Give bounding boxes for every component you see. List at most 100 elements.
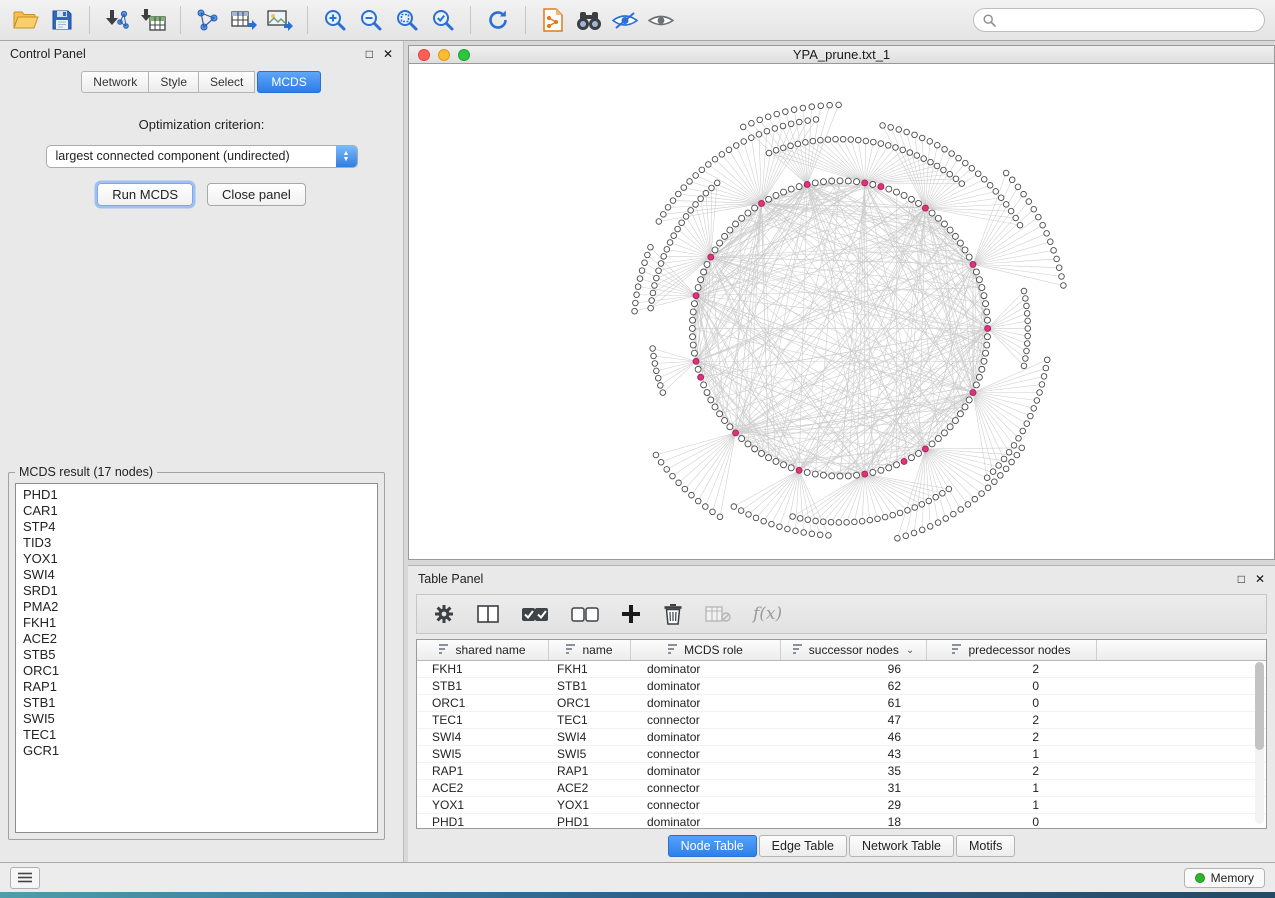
column-header-name[interactable]: name <box>549 640 631 660</box>
table-cell: TEC1 <box>549 713 631 727</box>
table-cell: SWI4 <box>417 730 549 744</box>
table-header-row: shared name name MCDS role successor nod… <box>417 640 1266 661</box>
table-cell: connector <box>631 798 781 812</box>
tab-motifs[interactable]: Motifs <box>956 835 1015 857</box>
add-column-icon[interactable] <box>621 600 641 628</box>
refresh-layout-icon[interactable] <box>482 4 514 36</box>
table-cell: FKH1 <box>549 662 631 676</box>
tab-network-table[interactable]: Network Table <box>849 835 954 857</box>
show-annotations-icon[interactable] <box>645 4 677 36</box>
zoom-out-icon[interactable] <box>355 4 387 36</box>
mcds-result-list[interactable]: PHD1CAR1STP4TID3YOX1SWI4SRD1PMA2FKH1ACE2… <box>15 483 378 833</box>
table-cell: YOX1 <box>417 798 549 812</box>
export-table-icon[interactable] <box>228 4 260 36</box>
close-table-panel-icon[interactable]: ✕ <box>1255 572 1265 586</box>
search-icon <box>983 14 996 27</box>
node-table: shared name name MCDS role successor nod… <box>416 639 1267 829</box>
mcds-result-item[interactable]: ACE2 <box>16 631 377 647</box>
table-cell: 46 <box>781 730 927 744</box>
mcds-result-item[interactable]: STP4 <box>16 519 377 535</box>
table-row[interactable]: ORC1ORC1dominator610 <box>417 695 1266 712</box>
mcds-result-item[interactable]: TEC1 <box>16 727 377 743</box>
mcds-result-item[interactable]: PMA2 <box>16 599 377 615</box>
table-row[interactable]: ACE2ACE2connector311 <box>417 780 1266 797</box>
tab-mcds[interactable]: MCDS <box>257 71 320 93</box>
column-header-mcds-role[interactable]: MCDS role <box>631 640 781 660</box>
table-row[interactable]: FKH1FKH1dominator962 <box>417 661 1266 678</box>
column-header-shared-name[interactable]: shared name <box>417 640 549 660</box>
zoom-in-icon[interactable] <box>319 4 351 36</box>
float-panel-icon[interactable]: □ <box>366 47 373 61</box>
find-icon[interactable] <box>573 4 605 36</box>
maximize-window-icon[interactable] <box>458 49 470 61</box>
table-row[interactable]: SWI5SWI5connector431 <box>417 746 1266 763</box>
tab-select[interactable]: Select <box>198 71 255 93</box>
table-toolbar: f(x) <box>416 594 1267 634</box>
import-network-icon[interactable] <box>101 4 133 36</box>
export-network-icon[interactable] <box>192 4 224 36</box>
tab-edge-table[interactable]: Edge Table <box>759 835 847 857</box>
deselect-all-icon[interactable] <box>571 600 599 628</box>
mcds-result-item[interactable]: STB1 <box>16 695 377 711</box>
table-row[interactable]: YOX1YOX1connector291 <box>417 797 1266 814</box>
table-scrollbar[interactable] <box>1255 662 1264 824</box>
close-panel-icon[interactable]: ✕ <box>383 47 393 61</box>
column-header-successor-nodes[interactable]: successor nodes ⌄ <box>781 640 927 660</box>
optimization-criterion-select[interactable]: largest connected component (undirected)… <box>46 145 358 168</box>
mcds-result-item[interactable]: PHD1 <box>16 487 377 503</box>
minimize-window-icon[interactable] <box>438 49 450 61</box>
run-mcds-button[interactable]: Run MCDS <box>97 183 193 206</box>
table-row[interactable]: SWI4SWI4dominator462 <box>417 729 1266 746</box>
control-panel: Control Panel □ ✕ Network Style Select M… <box>0 41 404 862</box>
table-row[interactable]: RAP1RAP1dominator352 <box>417 763 1266 780</box>
table-row[interactable]: TEC1TEC1connector472 <box>417 712 1266 729</box>
mcds-result-item[interactable]: SWI5 <box>16 711 377 727</box>
delete-column-icon[interactable] <box>663 600 683 628</box>
import-table-icon[interactable] <box>137 4 169 36</box>
tab-network[interactable]: Network <box>81 71 149 93</box>
save-session-icon[interactable] <box>46 4 78 36</box>
table-settings-gear-icon[interactable] <box>433 600 455 628</box>
open-file-icon[interactable] <box>10 4 42 36</box>
network-canvas[interactable] <box>408 64 1275 560</box>
application-window: Control Panel □ ✕ Network Style Select M… <box>0 0 1275 898</box>
mcds-result-group: MCDS result (17 nodes) PHD1CAR1STP4TID3Y… <box>8 465 385 840</box>
hide-annotations-icon[interactable] <box>609 4 641 36</box>
mcds-result-item[interactable]: GCR1 <box>16 743 377 759</box>
table-row[interactable]: PHD1PHD1dominator180 <box>417 814 1266 829</box>
mcds-result-item[interactable]: STB5 <box>16 647 377 663</box>
search-field[interactable] <box>973 8 1265 32</box>
zoom-fit-icon[interactable] <box>391 4 423 36</box>
table-scrollbar-thumb[interactable] <box>1255 662 1264 750</box>
mcds-result-item[interactable]: ORC1 <box>16 663 377 679</box>
float-table-panel-icon[interactable]: □ <box>1238 572 1245 586</box>
show-panel-list-button[interactable] <box>10 867 40 889</box>
export-image-icon[interactable] <box>264 4 296 36</box>
mcds-result-item[interactable]: SWI4 <box>16 567 377 583</box>
tab-style[interactable]: Style <box>148 71 199 93</box>
network-titlebar[interactable]: YPA_prune.txt_1 <box>408 45 1275 64</box>
select-all-icon[interactable] <box>521 600 549 628</box>
mcds-result-item[interactable]: YOX1 <box>16 551 377 567</box>
status-bar: Memory <box>0 862 1275 892</box>
mcds-result-item[interactable]: RAP1 <box>16 679 377 695</box>
show-columns-icon[interactable] <box>477 600 499 628</box>
close-panel-button[interactable]: Close panel <box>207 183 306 206</box>
optimization-criterion-label: Optimization criterion: <box>0 117 403 132</box>
share-document-icon[interactable] <box>537 4 569 36</box>
zoom-selected-icon[interactable] <box>427 4 459 36</box>
mcds-result-item[interactable]: SRD1 <box>16 583 377 599</box>
memory-label: Memory <box>1211 871 1254 885</box>
memory-button[interactable]: Memory <box>1184 868 1265 888</box>
column-header-predecessor-nodes[interactable]: predecessor nodes <box>927 640 1097 660</box>
table-row[interactable]: STB1STB1dominator620 <box>417 678 1266 695</box>
mcds-result-item[interactable]: FKH1 <box>16 615 377 631</box>
mcds-result-item[interactable]: CAR1 <box>16 503 377 519</box>
table-panel-header: Table Panel □ ✕ <box>408 566 1275 592</box>
column-type-icon <box>566 643 577 657</box>
memory-status-icon <box>1195 873 1205 883</box>
tab-node-table[interactable]: Node Table <box>668 835 757 857</box>
close-window-icon[interactable] <box>418 49 430 61</box>
search-input[interactable] <box>1002 12 1255 28</box>
mcds-result-item[interactable]: TID3 <box>16 535 377 551</box>
